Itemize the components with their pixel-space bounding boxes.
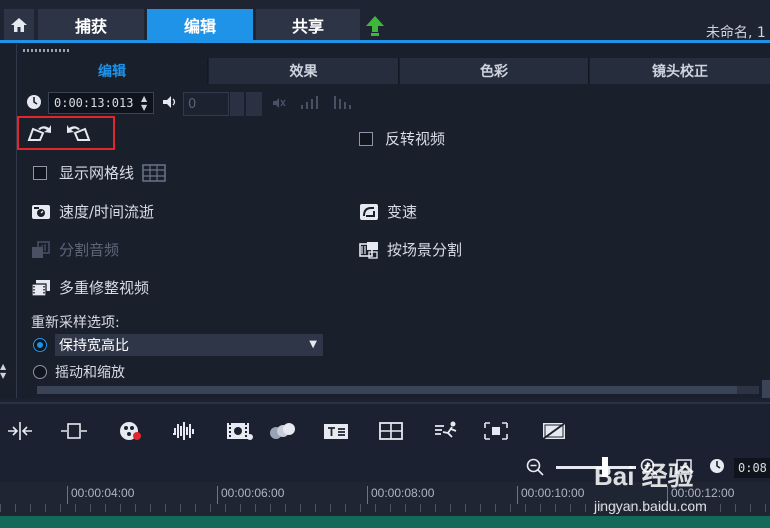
show-grid-label: 显示网格线 (59, 164, 135, 182)
left-panel-edge (0, 44, 16, 398)
mask-creator-icon[interactable] (540, 420, 568, 442)
split-view-icon[interactable] (6, 420, 34, 442)
scrollbar-thumb[interactable] (37, 386, 737, 394)
timeline-toolbar: 0:08 (0, 402, 770, 482)
options-panel: 编辑 效果 色彩 镜头校正 0:00:13:013 ▲ ▼ 0 反转视频 显示网格… (16, 44, 770, 398)
variable-speed-button[interactable]: 变速 (359, 201, 417, 222)
scrollbar-end-block (762, 380, 770, 398)
panel-grip-handle[interactable] (23, 49, 71, 52)
zoom-slider[interactable] (556, 466, 636, 469)
audio-mixer-icon[interactable] (171, 420, 199, 442)
fade-out-icon[interactable] (332, 95, 354, 109)
mute-icon[interactable] (272, 96, 286, 110)
fade-in-icon[interactable] (299, 95, 321, 109)
upload-arrow-icon[interactable] (366, 16, 384, 36)
color-circles-icon[interactable] (268, 420, 296, 442)
left-scroll-arrows[interactable]: ▲ ▼ (0, 362, 6, 380)
home-button[interactable] (4, 9, 34, 40)
ruler-label: 00:00:12:00 (667, 486, 734, 504)
multi-trim-label: 多重修整视频 (59, 279, 150, 297)
reverse-video-checkbox[interactable] (359, 131, 373, 146)
ruler-label: 00:00:06:00 (217, 486, 284, 504)
pan-zoom-option[interactable]: 摇动和缩放 (33, 362, 125, 382)
multi-camera-icon[interactable] (377, 420, 405, 442)
subtab-edit[interactable]: 编辑 (17, 58, 208, 84)
clock-icon (27, 95, 41, 109)
subtab-effect[interactable]: 效果 (209, 58, 399, 84)
motion-tracking-icon[interactable] (433, 420, 461, 442)
project-title: 未命名, 1 (706, 25, 766, 41)
resample-select[interactable]: 保持宽高比 ▼ (55, 334, 323, 356)
reverse-video-option[interactable]: 反转视频 (359, 128, 445, 149)
pan-zoom-label: 摇动和缩放 (55, 365, 125, 381)
ruler-label: 00:00:04:00 (67, 486, 134, 504)
resample-selected-value: 保持宽高比 (59, 338, 129, 354)
reverse-video-label: 反转视频 (385, 130, 446, 148)
track-motion-icon[interactable] (482, 420, 510, 442)
multi-trim-video-button[interactable]: 多重修整视频 (31, 277, 149, 298)
speed-time-lapse-button[interactable]: 速度/时间流逝 (31, 201, 154, 222)
volume-icon (163, 96, 176, 108)
multi-trim-icon (31, 279, 50, 297)
speed-time-label: 速度/时间流逝 (59, 203, 155, 221)
timecode-spinner[interactable]: ▲ ▼ (141, 94, 147, 112)
ruler-label: 00:00:10:00 (517, 486, 584, 504)
tab-edit[interactable]: 编辑 (147, 9, 253, 40)
pan-zoom-radio[interactable] (33, 365, 47, 379)
panel-horizontal-scrollbar[interactable] (37, 386, 759, 394)
fit-to-window-icon[interactable] (60, 420, 88, 442)
zoom-in-icon[interactable] (640, 458, 658, 476)
split-by-scene-button[interactable]: 按场景分割 (359, 239, 462, 260)
video-track-strip[interactable] (0, 516, 770, 528)
timeline-timecode[interactable]: 0:08 (734, 458, 770, 478)
grid-options-icon[interactable] (142, 163, 166, 182)
variable-speed-label: 变速 (387, 203, 418, 221)
rotate-right-icon[interactable] (65, 124, 91, 142)
show-grid-checkbox[interactable] (33, 165, 47, 180)
speed-icon (32, 204, 50, 219)
variable-speed-icon (360, 203, 378, 220)
resample-options-label: 重新采样选项: (31, 315, 120, 331)
duration-timecode-field[interactable]: 0:00:13:013 (48, 92, 154, 114)
zoom-out-icon[interactable] (526, 458, 544, 476)
subtab-color[interactable]: 色彩 (400, 58, 589, 84)
volume-dropdown[interactable] (246, 92, 262, 116)
timeline-clock-icon (710, 459, 724, 473)
video-effects-icon[interactable] (226, 420, 254, 442)
rotate-left-icon[interactable] (27, 124, 53, 142)
keep-aspect-ratio-option[interactable]: 保持宽高比 ▼ (33, 334, 323, 356)
subtab-lens-correction[interactable]: 镜头校正 (590, 58, 770, 84)
accent-divider (0, 40, 770, 43)
volume-spinner[interactable] (230, 92, 244, 116)
title-text-icon[interactable] (322, 420, 350, 442)
show-grid-option[interactable]: 显示网格线 (33, 162, 166, 183)
tab-share[interactable]: 共享 (256, 9, 360, 40)
split-by-scene-icon (359, 241, 378, 259)
fit-project-icon[interactable] (676, 459, 692, 475)
split-audio-button: 分割音频 (31, 239, 119, 260)
ruler-label: 00:00:08:00 (367, 486, 434, 504)
timeline-ruler[interactable]: 00:00:04:00 00:00:06:00 00:00:08:00 00:0… (0, 482, 770, 516)
split-audio-label: 分割音频 (59, 241, 120, 259)
chevron-down-icon: ▼ (309, 339, 317, 350)
split-audio-icon (32, 240, 50, 258)
split-by-scene-label: 按场景分割 (387, 241, 463, 259)
zoom-slider-thumb[interactable] (602, 457, 608, 477)
top-navigation-bar: 捕获 编辑 共享 未命名, 1 (0, 0, 770, 41)
volume-input[interactable]: 0 (183, 92, 229, 116)
tab-capture[interactable]: 捕获 (38, 9, 144, 40)
record-capture-icon[interactable] (117, 420, 145, 442)
keep-aspect-radio[interactable] (33, 338, 47, 352)
home-icon (11, 17, 27, 32)
ruler-ticks (0, 504, 770, 512)
